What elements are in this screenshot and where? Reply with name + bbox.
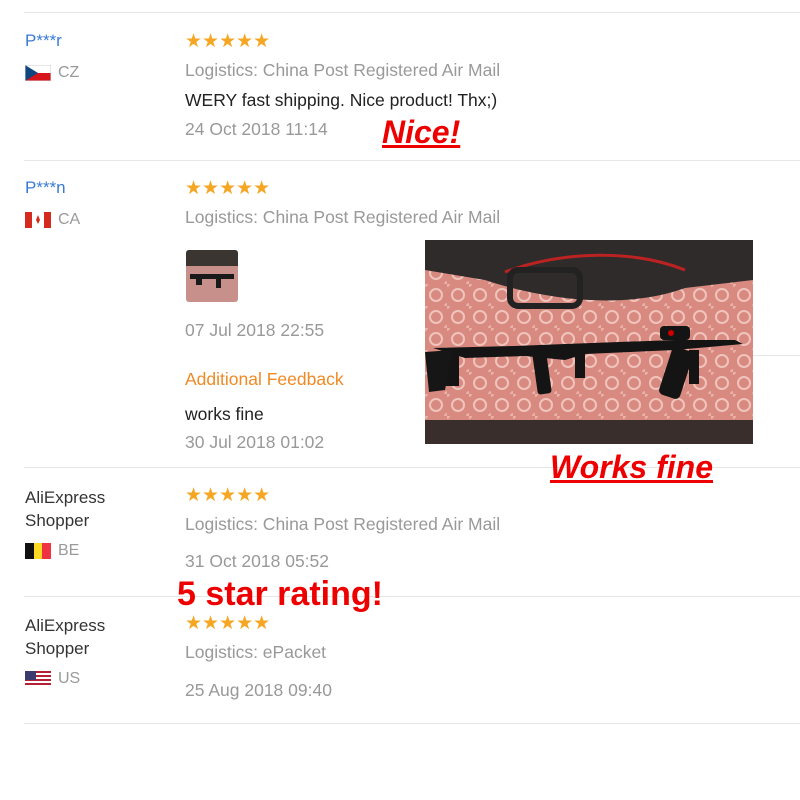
- logistics-info: Logistics: China Post Registered Air Mai…: [185, 60, 501, 80]
- annotation-nice: Nice!: [382, 114, 461, 150]
- reviewer-name[interactable]: P***r: [25, 31, 62, 51]
- review-photo-thumbnail[interactable]: [186, 250, 238, 302]
- logistics-info: Logistics: China Post Registered Air Mai…: [185, 207, 501, 227]
- flag-us-icon: [25, 671, 51, 687]
- divider: [24, 160, 800, 161]
- reviewer-country: BE: [25, 542, 79, 560]
- reviewer-name[interactable]: P***n: [25, 178, 66, 198]
- reviewer-country: CA: [25, 211, 80, 229]
- flag-ca-icon: [25, 212, 51, 228]
- logistics-info: Logistics: China Post Registered Air Mai…: [185, 514, 501, 534]
- star-rating: ★★★★★: [185, 31, 271, 52]
- country-code: CZ: [58, 64, 80, 81]
- divider: [24, 723, 800, 724]
- flag-be-icon: [25, 543, 51, 559]
- additional-feedback-label: Additional Feedback: [185, 369, 344, 389]
- country-code: US: [58, 670, 81, 687]
- review-date: 25 Aug 2018 09:40: [185, 680, 332, 700]
- review-date: 31 Oct 2018 05:52: [185, 551, 329, 571]
- review-text: WERY fast shipping. Nice product! Thx;): [185, 90, 498, 110]
- reviewer-country: CZ: [25, 64, 79, 82]
- reviewer-country: US: [25, 670, 80, 688]
- review-date: 07 Jul 2018 22:55: [185, 320, 325, 340]
- review-photo-enlarged[interactable]: [425, 240, 753, 444]
- reviewer-name[interactable]: AliExpress Shopper: [25, 486, 145, 532]
- star-rating: ★★★★★: [185, 178, 271, 199]
- logistics-info: Logistics: ePacket: [185, 642, 327, 662]
- additional-feedback-text: works fine: [185, 404, 264, 424]
- divider: [24, 596, 800, 597]
- flag-cz-icon: [25, 65, 51, 81]
- annotation-works-fine: Works fine: [550, 449, 713, 485]
- star-rating: ★★★★★: [185, 485, 271, 506]
- country-code: CA: [58, 211, 81, 228]
- country-code: BE: [58, 542, 80, 559]
- divider: [24, 12, 800, 13]
- reviewer-name[interactable]: AliExpress Shopper: [25, 614, 145, 660]
- annotation-5-star-rating: 5 star rating!: [177, 575, 383, 613]
- review-date: 24 Oct 2018 11:14: [185, 119, 328, 139]
- star-rating: ★★★★★: [185, 613, 271, 634]
- additional-feedback-date: 30 Jul 2018 01:02: [185, 432, 325, 452]
